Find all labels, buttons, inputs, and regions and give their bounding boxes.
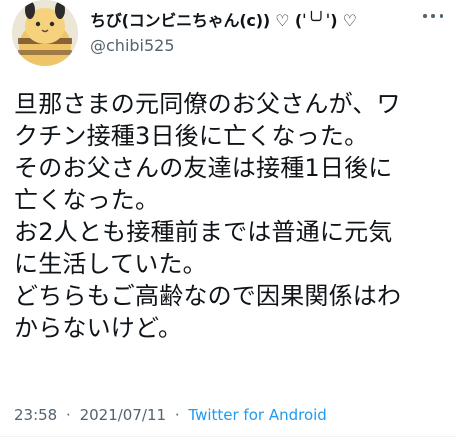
meta-separator: · bbox=[66, 406, 71, 424]
tweet-line: そのお父さんの友達は接種1日後に bbox=[14, 154, 393, 182]
tweet-time[interactable]: 23:58 bbox=[14, 406, 57, 424]
avatar-icon bbox=[12, 0, 78, 66]
tweet-line: からないけど。 bbox=[14, 314, 183, 342]
more-dot bbox=[423, 14, 427, 18]
tweet-line: に生活していた。 bbox=[14, 250, 207, 278]
tweet-source-link[interactable]: Twitter for Android bbox=[188, 406, 326, 424]
tweet-line: お2人とも接種前までは普通に元気 bbox=[14, 218, 393, 246]
tweet: ちび(コンビニちゃん(c)) ♡ (ˈ╰╯ˈ) ♡ @chibi525 旦那さま… bbox=[0, 0, 457, 439]
tweet-body: 旦那さまの元同僚のお父さんが、ワ クチン接種3日後に亡くなった。 そのお父さんの… bbox=[14, 88, 450, 344]
tweet-line: クチン接種3日後に亡くなった。 bbox=[14, 122, 369, 150]
tweet-meta: 23:58 · 2021/07/11 · Twitter for Android bbox=[14, 406, 327, 424]
meta-separator: · bbox=[174, 406, 180, 424]
tweet-line: 旦那さまの元同僚のお父さんが、ワ bbox=[14, 90, 401, 118]
tweet-line: どちらもご高齢なので因果関係はわ bbox=[14, 282, 402, 310]
more-options-icon[interactable] bbox=[423, 12, 443, 20]
more-dot bbox=[439, 14, 443, 18]
tweet-date[interactable]: 2021/07/11 bbox=[80, 406, 166, 424]
more-dot bbox=[431, 14, 435, 18]
tweet-line: 亡くなった。 bbox=[14, 186, 160, 214]
avatar[interactable] bbox=[12, 0, 78, 66]
tweet-header: ちび(コンビニちゃん(c)) ♡ (ˈ╰╯ˈ) ♡ @chibi525 bbox=[90, 7, 447, 55]
divider bbox=[0, 436, 457, 437]
username[interactable]: @chibi525 bbox=[90, 36, 447, 55]
display-name[interactable]: ちび(コンビニちゃん(c)) ♡ (ˈ╰╯ˈ) ♡ bbox=[90, 7, 447, 31]
